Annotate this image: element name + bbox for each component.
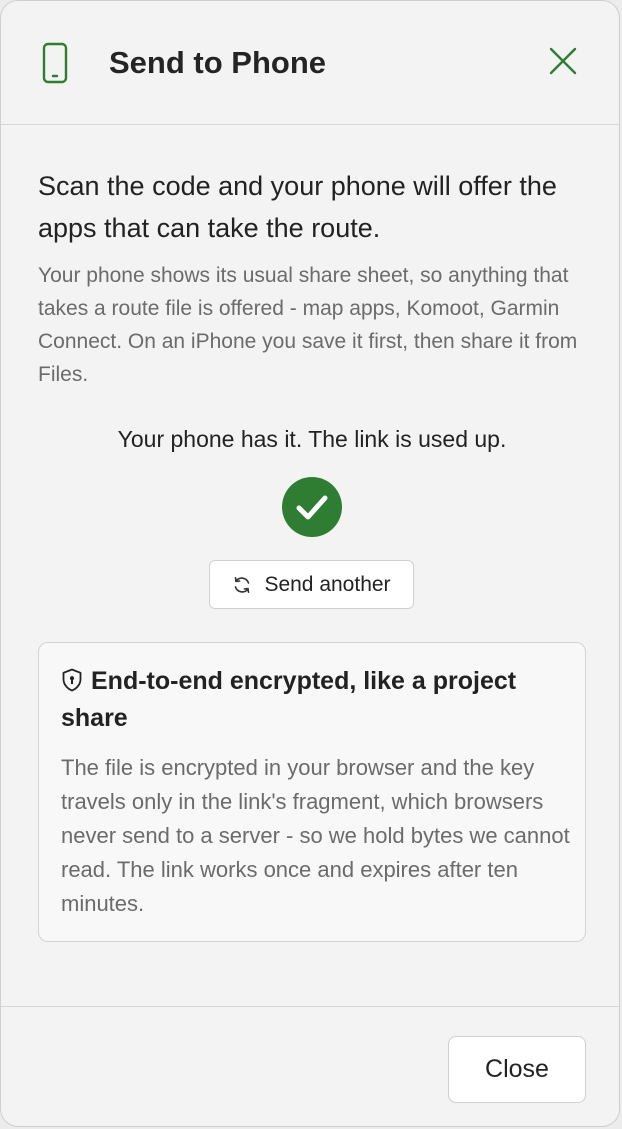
encryption-info-box: End-to-end encrypted, like a project sha… xyxy=(38,642,586,942)
info-title: End-to-end encrypted, like a project sha… xyxy=(61,667,517,732)
phone-icon xyxy=(42,42,68,84)
info-title-row: End-to-end encrypted, like a project sha… xyxy=(61,663,561,737)
close-button[interactable]: Close xyxy=(448,1036,586,1103)
dialog-footer: Close xyxy=(1,1006,619,1126)
send-to-phone-dialog: Send to Phone Scan the code and your pho… xyxy=(0,0,620,1127)
check-circle-icon xyxy=(282,477,342,537)
dialog-header: Send to Phone xyxy=(1,1,619,125)
shield-lock-icon xyxy=(62,668,82,692)
send-another-button[interactable]: Send another xyxy=(209,560,414,609)
refresh-icon xyxy=(235,576,250,593)
description-text: Your phone shows its usual share sheet, … xyxy=(38,264,578,386)
status-message: Your phone has it. The link is used up. xyxy=(117,426,507,452)
send-another-label: Send another xyxy=(264,572,391,596)
info-text: The file is encrypted in your browser an… xyxy=(61,755,570,916)
lead-text: Scan the code and your phone will offer … xyxy=(38,171,557,243)
dialog-title: Send to Phone xyxy=(109,45,326,80)
close-icon[interactable] xyxy=(543,41,583,81)
